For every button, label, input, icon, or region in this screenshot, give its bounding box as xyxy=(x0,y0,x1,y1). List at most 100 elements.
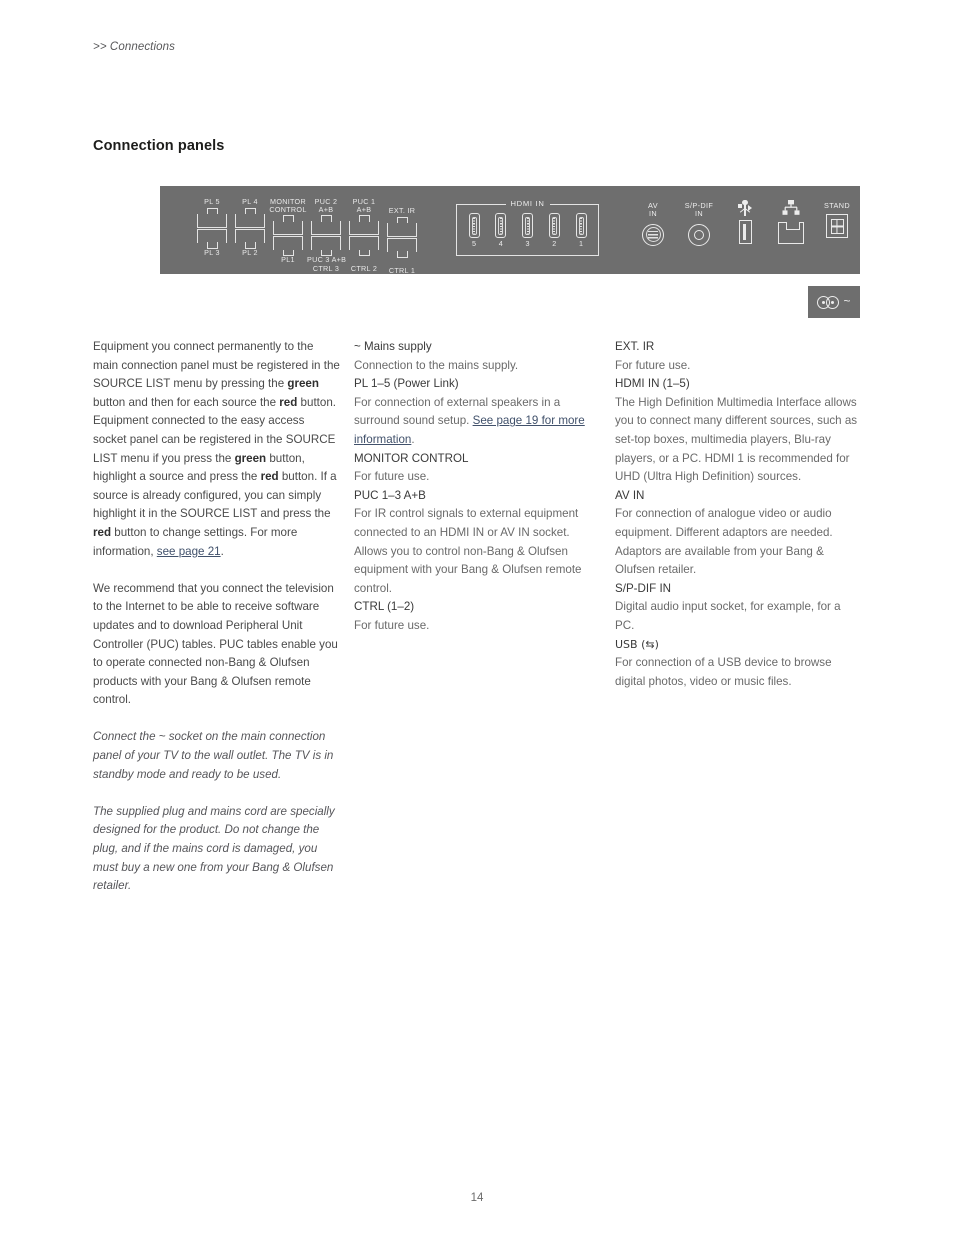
section-ext-ir: EXT. IR For future use. xyxy=(615,338,863,375)
ethernet-icon xyxy=(782,200,800,215)
rj45-jack-bottom xyxy=(311,236,341,257)
section-body: The High Definition Multimedia Interface… xyxy=(615,395,858,484)
mains-symbol: ~ xyxy=(843,294,851,308)
rj45-column-pl5-pl3: PL 5 PL 3 xyxy=(193,197,231,257)
socket-label-bottom: PL 3 xyxy=(204,247,220,257)
rj45-column-extir-ctrl1: EXT. IR CTRL 1 xyxy=(383,198,421,275)
text-column-3: EXT. IR For future use. HDMI IN (1–5) Th… xyxy=(615,338,863,691)
hdmi-port-2: 2 xyxy=(544,213,564,248)
rj45-jack-bottom xyxy=(273,236,303,257)
ethernet-icon-wrap xyxy=(768,200,814,217)
socket-label-top: EXT. IR xyxy=(388,206,416,215)
emphasis-red: red xyxy=(260,470,279,484)
text-column-1: Equipment you connect permanently to the… xyxy=(93,338,341,896)
breadcrumb: >> Connections xyxy=(93,41,175,53)
mains-socket-icon xyxy=(817,295,840,309)
section-body: For connection of analogue video or audi… xyxy=(615,507,833,577)
section-body: For IR control signals to external equip… xyxy=(354,507,582,595)
section-heading: ~ Mains supply xyxy=(354,340,432,353)
hdmi-port-4: 4 xyxy=(491,213,511,248)
ethernet-socket xyxy=(768,200,814,247)
hdmi-port-3: 3 xyxy=(518,213,538,248)
socket-label-bottom: CTRL 1 xyxy=(388,265,416,275)
page-number: 14 xyxy=(470,1192,484,1204)
text-column-2: ~ Mains supply Connection to the mains s… xyxy=(354,338,602,636)
usb-icon-wrap xyxy=(722,200,768,216)
mains-socket-panel: ~ xyxy=(808,286,860,318)
rj45-jack-top xyxy=(273,215,303,236)
stand-socket-icon xyxy=(814,212,860,240)
paragraph-mains-note: Connect the ~ socket on the main connect… xyxy=(93,730,334,781)
hdmi-in-group: HDMI IN 5 4 3 2 1 xyxy=(456,199,599,256)
section-usb: USB (⇆) For connection of a USB device t… xyxy=(615,636,863,692)
paragraph-internet-puc: We recommend that you connect the televi… xyxy=(93,581,338,707)
rj45-jack-top xyxy=(197,207,227,228)
section-body: For future use. xyxy=(354,618,430,632)
spdif-in-socket: S/P-DIF IN xyxy=(676,201,722,249)
text-run: . xyxy=(220,544,224,558)
section-heading: CTRL (1–2) xyxy=(354,600,415,614)
see-page-21-link[interactable]: see page 21 xyxy=(157,545,221,558)
ethernet-socket-icon xyxy=(768,219,814,247)
rj45-jack-top xyxy=(387,216,417,237)
socket-label-bottom: PUC 3 A+B CTRL 3 xyxy=(307,255,347,273)
rj45-column-pl4-pl2: PL 4 PL 2 xyxy=(231,197,269,257)
usb-socket-icon xyxy=(722,218,768,246)
emphasis-red: red xyxy=(279,395,298,409)
panel-icon-cluster: AV IN S/P-DIF IN STAND xyxy=(630,196,850,264)
socket-label-bottom: PL1 xyxy=(281,255,295,265)
socket-label-top: MONITOR CONTROL xyxy=(269,197,307,215)
coax-socket-icon xyxy=(676,221,722,249)
hdmi-port-number: 3 xyxy=(525,239,530,248)
din-socket-icon xyxy=(630,221,676,249)
section-heading: HDMI IN (1–5) xyxy=(615,377,690,391)
stand-label: STAND xyxy=(824,201,850,210)
section-body: Connection to the mains supply. xyxy=(354,358,519,372)
hdmi-port-number: 4 xyxy=(498,239,503,248)
section-spdif-in: S/P-DIF IN Digital audio input socket, f… xyxy=(615,580,863,636)
rj45-column-puc1-ctrl2: PUC 1 A+B CTRL 2 xyxy=(345,197,383,274)
rj45-jack-top xyxy=(311,215,341,236)
rj45-jack-top xyxy=(349,215,379,236)
socket-label-top: PL 5 xyxy=(204,197,220,206)
emphasis-red: red xyxy=(93,525,112,539)
section-av-in: AV IN For connection of analogue video o… xyxy=(615,487,863,580)
emphasis-green: green xyxy=(287,377,319,391)
section-heading: USB (⇆) xyxy=(615,637,659,651)
rj45-jack-bottom xyxy=(235,228,265,249)
socket-label-bottom: PL 2 xyxy=(242,247,258,257)
paragraph-registration: Equipment you connect permanently to the… xyxy=(93,338,341,561)
hdmi-port-number: 2 xyxy=(552,239,557,248)
paragraph-plug-warning: The supplied plug and mains cord are spe… xyxy=(93,804,335,893)
emphasis-green: green xyxy=(234,451,267,465)
spdif-in-label: S/P-DIF IN xyxy=(684,201,714,219)
section-body: For future use. xyxy=(615,358,691,372)
section-heading: AV IN xyxy=(615,488,645,502)
section-heading: S/P-DIF IN xyxy=(615,581,672,595)
section-puc: PUC 1–3 A+B For IR control signals to ex… xyxy=(354,487,602,599)
hdmi-port-1: 1 xyxy=(571,213,591,248)
av-in-label: AV IN xyxy=(648,201,658,219)
section-heading: MONITOR CONTROL xyxy=(354,451,469,465)
rj45-jack-bottom xyxy=(349,236,379,257)
section-heading: PL 1–5 (Power Link) xyxy=(354,377,459,391)
connection-panel-diagram: PL 5 PL 3 PL 4 PL 2 MONITOR CONTROL PL1 P… xyxy=(160,186,860,274)
hdmi-port-5: 5 xyxy=(464,213,484,248)
av-in-socket: AV IN xyxy=(630,201,676,249)
section-monitor-control: MONITOR CONTROL For future use. xyxy=(354,450,602,487)
rj45-column-monitor-control-pl1: MONITOR CONTROL PL1 xyxy=(269,197,307,265)
hdmi-port-number: 1 xyxy=(579,239,583,248)
socket-label-bottom: CTRL 2 xyxy=(350,264,378,274)
usb-socket xyxy=(722,200,768,246)
section-body: For future use. xyxy=(354,470,430,484)
hdmi-port-number: 5 xyxy=(472,239,476,248)
usb-icon xyxy=(738,200,752,216)
text-run: button and then for each source the xyxy=(93,395,280,409)
rj45-column-puc2-puc3: PUC 2 A+B PUC 3 A+B CTRL 3 xyxy=(307,197,347,273)
section-ctrl: CTRL (1–2) For future use. xyxy=(354,598,602,635)
text-run: . xyxy=(411,432,415,446)
socket-label-top: PL 4 xyxy=(242,197,258,206)
section-mains-supply: ~ Mains supply Connection to the mains s… xyxy=(354,338,602,375)
section-heading: EXT. IR xyxy=(615,340,655,353)
rj45-jack-bottom xyxy=(387,237,417,258)
